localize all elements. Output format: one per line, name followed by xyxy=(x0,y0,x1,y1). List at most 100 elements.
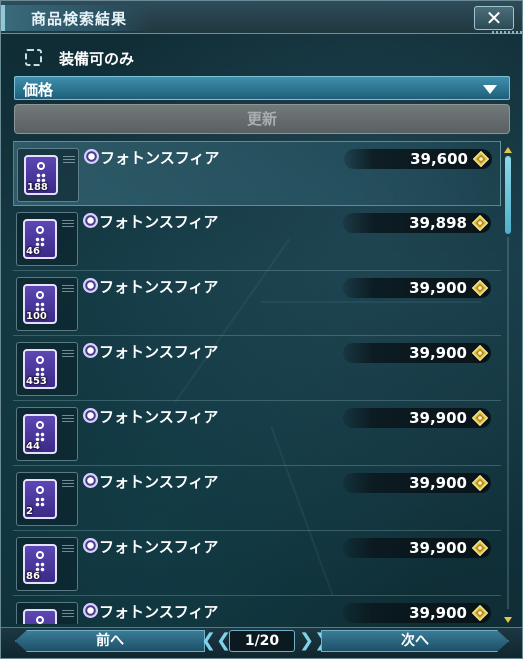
meseta-icon xyxy=(473,151,489,167)
scroll-up-arrow-icon[interactable] xyxy=(504,147,512,153)
price-box: 39,900 xyxy=(343,538,491,558)
thumbnail-decoration xyxy=(62,545,74,553)
photon-sphere-icon: 100 xyxy=(23,284,57,324)
meseta-icon xyxy=(472,345,488,361)
sort-dropdown[interactable]: 価格 xyxy=(14,76,510,100)
chevron-down-icon xyxy=(483,85,497,94)
shop-search-results-window: 商品検索結果 ✕ 装備可のみ 価格 更新 188 フォトンスフィア 39,600 xyxy=(0,0,523,659)
scroll-down-arrow-icon[interactable] xyxy=(504,617,512,623)
photon-sphere-icon: 44 xyxy=(23,414,57,454)
result-row[interactable]: 44 フォトンスフィア 39,900 xyxy=(13,401,501,466)
item-quantity: 86 xyxy=(26,571,40,582)
equip-only-label[interactable]: 装備可のみ xyxy=(59,48,134,69)
result-row[interactable]: 100 フォトンスフィア 39,900 xyxy=(13,271,501,336)
tag-hole xyxy=(37,162,45,170)
meseta-icon xyxy=(472,605,488,621)
item-price: 39,600 xyxy=(410,150,468,168)
tag-hole xyxy=(36,421,44,429)
meseta-icon xyxy=(472,540,488,556)
thumbnail-decoration xyxy=(62,415,74,423)
thumbnail-decoration xyxy=(62,350,74,358)
item-name: フォトンスフィア xyxy=(99,343,219,361)
thumbnail-decoration xyxy=(63,156,75,164)
photon-sphere-icon: 86 xyxy=(23,544,57,584)
item-quantity: 100 xyxy=(26,311,47,322)
item-price: 39,900 xyxy=(409,604,467,622)
item-type-icon xyxy=(84,149,99,164)
meseta-icon xyxy=(472,475,488,491)
photon-sphere-icon: 46 xyxy=(23,219,57,259)
photon-sphere-icon: 2 xyxy=(23,479,57,519)
tag-hole xyxy=(36,226,44,234)
price-box: 39,900 xyxy=(343,603,491,623)
item-type-icon xyxy=(83,538,98,553)
photon-sphere-icon: 453 xyxy=(23,349,57,389)
item-price: 39,900 xyxy=(409,474,467,492)
result-row[interactable]: 46 フォトンスフィア 39,898 xyxy=(13,206,501,271)
page-indicator: 1/20 xyxy=(229,630,295,652)
thumbnail-decoration xyxy=(62,610,74,618)
scroll-thumb[interactable] xyxy=(505,156,511,234)
item-type-icon xyxy=(83,408,98,423)
item-thumbnail: 453 xyxy=(16,342,78,396)
item-name: フォトンスフィア xyxy=(99,538,219,556)
item-thumbnail xyxy=(16,602,78,624)
item-thumbnail: 100 xyxy=(16,277,78,331)
item-type-icon xyxy=(83,213,98,228)
titlebar-decoration xyxy=(492,31,522,34)
photon-sphere-icon: 188 xyxy=(24,155,58,195)
previous-chevrons-icon[interactable]: ❮❮ xyxy=(201,631,231,651)
result-row[interactable]: 2 フォトンスフィア 39,900 xyxy=(13,466,501,531)
close-icon: ✕ xyxy=(485,6,503,30)
price-box: 39,900 xyxy=(343,408,491,428)
item-name: フォトンスフィア xyxy=(99,278,219,296)
tag-hole xyxy=(36,486,44,494)
price-box: 39,600 xyxy=(344,149,492,169)
sort-selected-value: 価格 xyxy=(23,81,54,99)
result-row[interactable]: 453 フォトンスフィア 39,900 xyxy=(13,336,501,401)
close-button[interactable]: ✕ xyxy=(474,6,514,30)
results-list: 188 フォトンスフィア 39,600 46 フォトンスフィア 39,898 1… xyxy=(13,141,501,624)
result-row[interactable]: フォトンスフィア 39,900 xyxy=(13,596,501,624)
item-name: フォトンスフィア xyxy=(99,408,219,426)
item-name: フォトンスフィア xyxy=(99,213,219,231)
pager-bar: 前へ ❮❮ 1/20 ❯❯ 次へ xyxy=(1,627,522,658)
item-thumbnail: 188 xyxy=(17,148,79,202)
equip-only-checkbox[interactable] xyxy=(25,49,42,66)
item-price: 39,898 xyxy=(409,214,467,232)
item-thumbnail: 44 xyxy=(16,407,78,461)
item-quantity: 44 xyxy=(26,441,40,452)
thumbnail-decoration xyxy=(62,220,74,228)
next-page-button[interactable]: 次へ xyxy=(321,630,509,652)
tag-hole xyxy=(36,551,44,559)
result-row[interactable]: 86 フォトンスフィア 39,900 xyxy=(13,531,501,596)
scroll-track[interactable] xyxy=(507,237,509,609)
item-quantity: 453 xyxy=(26,376,47,387)
price-box: 39,900 xyxy=(343,343,491,363)
item-quantity: 46 xyxy=(26,246,40,257)
meseta-icon xyxy=(472,280,488,296)
results-scrollbar[interactable] xyxy=(504,147,512,623)
item-price: 39,900 xyxy=(409,539,467,557)
thumbnail-decoration xyxy=(62,285,74,293)
item-name: フォトンスフィア xyxy=(99,603,219,621)
result-row[interactable]: 188 フォトンスフィア 39,600 xyxy=(13,141,501,206)
price-box: 39,900 xyxy=(343,473,491,493)
previous-page-button[interactable]: 前へ xyxy=(15,630,205,652)
item-price: 39,900 xyxy=(409,409,467,427)
meseta-icon xyxy=(472,215,488,231)
item-type-icon xyxy=(83,603,98,618)
item-name: フォトンスフィア xyxy=(99,473,219,491)
price-box: 39,898 xyxy=(343,213,491,233)
item-thumbnail: 86 xyxy=(16,537,78,591)
item-price: 39,900 xyxy=(409,279,467,297)
tag-hole xyxy=(36,291,44,299)
thumbnail-decoration xyxy=(62,480,74,488)
tag-hole xyxy=(36,356,44,364)
item-type-icon xyxy=(83,473,98,488)
photon-sphere-icon xyxy=(23,609,57,624)
tag-hole xyxy=(36,616,44,624)
update-button[interactable]: 更新 xyxy=(14,104,510,134)
tag-dots xyxy=(35,497,45,507)
meseta-icon xyxy=(472,410,488,426)
